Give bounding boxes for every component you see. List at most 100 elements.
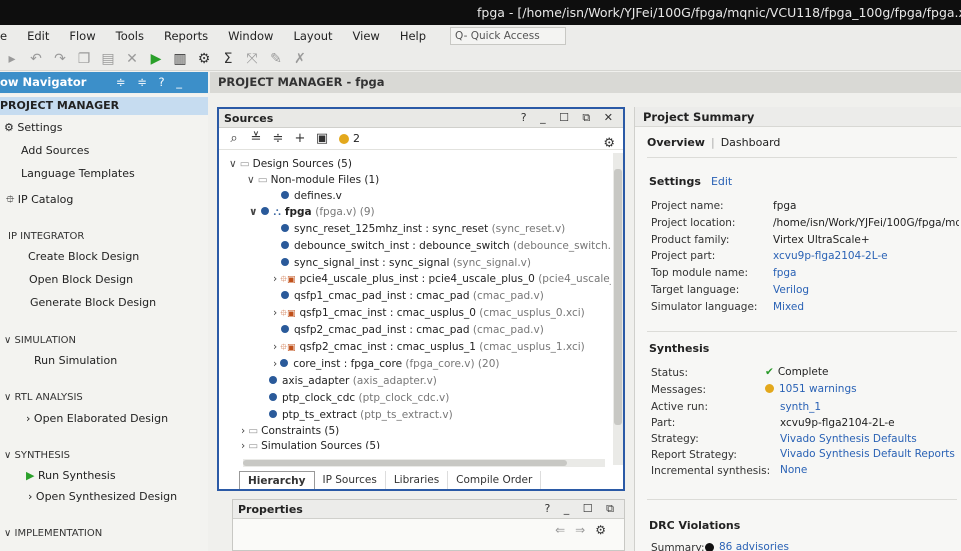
sources-vertical-scrollbar[interactable] xyxy=(613,153,623,465)
menu-layout[interactable]: Layout xyxy=(283,29,342,43)
program-icon[interactable]: ▥ xyxy=(168,48,192,70)
tree-core-inst[interactable]: › core_inst : fpga_core (fpga_core.v) (20… xyxy=(273,357,499,372)
properties-gear-icon[interactable]: ⚙ xyxy=(595,523,616,537)
active-run-link[interactable]: synth_1 xyxy=(780,401,821,413)
back-arrow-icon[interactable]: ⇐ xyxy=(555,523,575,537)
tree-axis-adapter[interactable]: axis_adapter (axis_adapter.v) xyxy=(269,374,437,389)
add-icon[interactable]: + xyxy=(289,131,311,146)
redo-icon[interactable]: ↷ xyxy=(48,48,72,70)
quick-access-input[interactable]: Q- Quick Access xyxy=(450,27,567,45)
tree-pcie4-uscale-plus[interactable]: › ⯐▣ pcie4_uscale_plus_inst : pcie4_uscale… xyxy=(273,272,611,287)
tree-design-sources[interactable]: ∨ ▭ Design Sources (5) xyxy=(229,157,352,172)
synthesis-strategy-link[interactable]: Vivado Synthesis Defaults xyxy=(780,433,917,445)
properties-icon[interactable]: ▣ xyxy=(311,131,333,146)
project-part-link[interactable]: xcvu9p-flga2104-2L-e xyxy=(773,250,888,262)
cross-icon[interactable]: ✗ xyxy=(288,48,312,70)
nav-section-implementation[interactable]: ∨ IMPLEMENTATION xyxy=(4,528,102,539)
delete-icon[interactable]: ✕ xyxy=(120,48,144,70)
nav-project-manager[interactable]: PROJECT MANAGER xyxy=(0,97,208,115)
menu-window[interactable]: Window xyxy=(218,29,283,43)
info-icon xyxy=(705,542,714,551)
simulator-language-link[interactable]: Mixed xyxy=(773,301,804,313)
menu-help[interactable]: Help xyxy=(390,29,436,43)
nav-settings[interactable]: ⚙ Settings xyxy=(4,121,62,134)
collapse-all-icon[interactable]: ≚ xyxy=(245,131,267,146)
nav-run-simulation[interactable]: Run Simulation xyxy=(34,354,117,367)
scrollbar-thumb[interactable] xyxy=(243,460,567,466)
waveform-icon[interactable]: ⤧ xyxy=(240,48,264,70)
settings-edit-link[interactable]: Edit xyxy=(711,175,732,188)
scrollbar-thumb[interactable] xyxy=(614,169,622,425)
menu-file[interactable]: e xyxy=(0,29,17,43)
setting-label: Target language: xyxy=(651,284,740,296)
tree-non-module-files[interactable]: ∨ ▭ Non-module Files (1) xyxy=(247,173,379,188)
nav-run-synthesis[interactable]: ▶ Run Synthesis xyxy=(26,469,116,482)
nav-create-block-design[interactable]: Create Block Design xyxy=(28,250,139,263)
nav-add-sources[interactable]: Add Sources xyxy=(21,144,89,157)
drc-summary-link[interactable]: 86 advisories xyxy=(705,541,789,551)
tree-qsfp2-cmac-pad[interactable]: qsfp2_cmac_pad_inst : cmac_pad (cmac_pad… xyxy=(281,323,544,338)
tab-hierarchy[interactable]: Hierarchy xyxy=(239,471,315,489)
nav-generate-block-design[interactable]: Generate Block Design xyxy=(30,296,156,309)
sources-gear-icon[interactable]: ⚙ xyxy=(603,136,615,151)
tree-qsfp2-cmac[interactable]: › ⯐▣ qsfp2_cmac_inst : cmac_usplus_1 (cmac… xyxy=(273,340,585,355)
nav-section-synthesis[interactable]: ∨ SYNTHESIS xyxy=(4,450,70,461)
copy-icon[interactable]: ❐ xyxy=(72,48,96,70)
top-module-link[interactable]: fpga xyxy=(773,267,796,279)
tree-constraints[interactable]: › ▭ Constraints (5) xyxy=(241,424,339,439)
nav-open-elaborated-design[interactable]: › Open Elaborated Design xyxy=(26,412,168,425)
menu-flow[interactable]: Flow xyxy=(59,29,105,43)
tree-ptp-ts-extract[interactable]: ptp_ts_extract (ptp_ts_extract.v) xyxy=(269,408,453,423)
open-project-icon[interactable]: ▸ xyxy=(0,48,24,70)
menu-view[interactable]: View xyxy=(343,29,390,43)
incremental-synthesis-link[interactable]: None xyxy=(780,464,807,476)
tab-ip-sources[interactable]: IP Sources xyxy=(315,471,386,489)
tree-fpga-top[interactable]: ∨ ⛬ fpga (fpga.v) (9) xyxy=(249,205,375,220)
expand-all-icon[interactable]: ≑ xyxy=(267,131,289,146)
forward-arrow-icon[interactable]: ⇒ xyxy=(575,523,595,537)
tab-compile-order[interactable]: Compile Order xyxy=(448,471,542,489)
tree-sync-reset[interactable]: sync_reset_125mhz_inst : sync_reset (syn… xyxy=(281,222,565,237)
tree-qsfp1-cmac[interactable]: › ⯐▣ qsfp1_cmac_inst : cmac_usplus_0 (cmac… xyxy=(273,306,585,321)
navigator-controls[interactable]: ≑ ≑ ? _ xyxy=(116,72,208,93)
setting-label: Simulator language: xyxy=(651,301,758,313)
properties-window-controls[interactable]: ? _ ☐ ⧉ xyxy=(544,502,619,516)
sum-icon[interactable]: Σ xyxy=(216,48,240,70)
run-icon[interactable]: ▶ xyxy=(144,48,168,70)
undo-icon[interactable]: ↶ xyxy=(24,48,48,70)
tab-dashboard[interactable]: Dashboard xyxy=(721,136,781,149)
nav-section-rtl-analysis[interactable]: ∨ RTL ANALYSIS xyxy=(4,392,83,403)
target-language-link[interactable]: Verilog xyxy=(773,284,809,296)
tree-qsfp1-cmac-pad[interactable]: qsfp1_cmac_pad_inst : cmac_pad (cmac_pad… xyxy=(281,289,544,304)
nav-open-synthesized-design[interactable]: › Open Synthesized Design xyxy=(28,490,177,503)
summary-tabs: Overview | Dashboard xyxy=(647,136,781,149)
tree-debounce-switch[interactable]: debounce_switch_inst : debounce_switch (… xyxy=(281,239,611,254)
synthesis-label: Messages: xyxy=(651,384,707,396)
window-title: fpga - [/home/isn/Work/YJFei/100G/fpga/m… xyxy=(477,5,961,20)
edit-icon[interactable]: ✎ xyxy=(264,48,288,70)
search-icon[interactable]: ⌕ xyxy=(223,131,245,146)
tree-defines[interactable]: defines.v xyxy=(281,189,342,204)
warning-icon[interactable] xyxy=(339,133,349,144)
tab-libraries[interactable]: Libraries xyxy=(386,471,449,489)
tab-overview[interactable]: Overview xyxy=(647,136,705,149)
synthesis-messages-link[interactable]: 1051 warnings xyxy=(765,383,857,395)
nav-open-block-design[interactable]: Open Block Design xyxy=(29,273,133,286)
nav-section-simulation[interactable]: ∨ SIMULATION xyxy=(4,335,76,346)
nav-ip-catalog[interactable]: ⯐ IP Catalog xyxy=(6,191,73,210)
tree-ptp-clock-cdc[interactable]: ptp_clock_cdc (ptp_clock_cdc.v) xyxy=(269,391,449,406)
nav-section-ip-integrator[interactable]: IP INTEGRATOR xyxy=(8,231,84,242)
menu-edit[interactable]: Edit xyxy=(17,29,59,43)
paste-icon[interactable]: ▤ xyxy=(96,48,120,70)
menu-tools[interactable]: Tools xyxy=(106,29,154,43)
sources-window-controls[interactable]: ? _ ☐ ⧉ ✕ xyxy=(521,111,618,125)
nav-language-templates[interactable]: Language Templates xyxy=(21,167,135,180)
report-strategy-link[interactable]: Vivado Synthesis Default Reports xyxy=(780,448,955,460)
sources-horizontal-scrollbar[interactable] xyxy=(243,459,605,467)
tree-sync-signal[interactable]: sync_signal_inst : sync_signal (sync_sig… xyxy=(281,256,531,271)
tree-simulation-sources[interactable]: › ▭ Simulation Sources (5) xyxy=(241,439,380,449)
source-file-icon xyxy=(260,207,269,215)
folder-icon: ▭ xyxy=(248,425,259,437)
settings-icon[interactable]: ⚙ xyxy=(192,48,216,70)
menu-reports[interactable]: Reports xyxy=(154,29,218,43)
